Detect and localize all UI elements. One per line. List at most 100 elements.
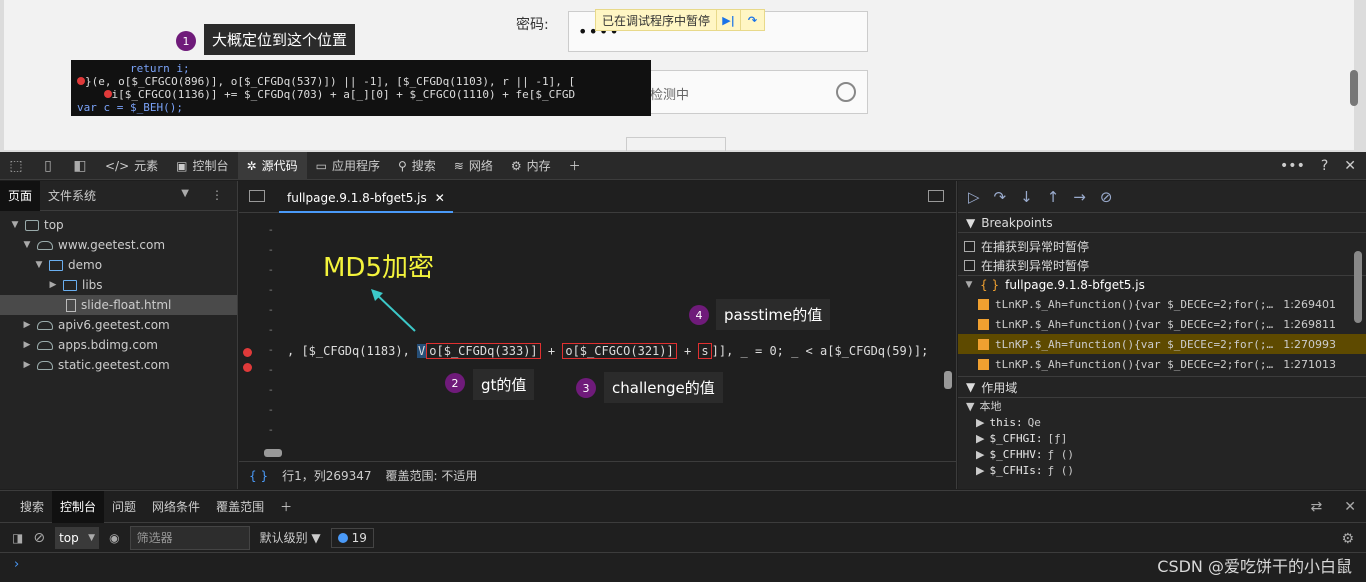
scope-var[interactable]: ▶ this: Qe: [958, 414, 1366, 430]
breakpoint-row[interactable]: tLnKP.$_Ah=function(){var $_DECEc=2;for(…: [958, 294, 1366, 314]
scope-var[interactable]: ▶ $_CFHIs: ƒ (): [958, 462, 1366, 478]
tab-elements[interactable]: </> 元素: [96, 152, 167, 180]
cursor-position: 行1，列269347: [282, 469, 372, 483]
breakpoint-marker[interactable]: [243, 348, 252, 357]
clear-console-icon[interactable]: ⊘: [33, 530, 45, 546]
editor-scrollbar-v[interactable]: [944, 371, 952, 389]
devtools-screen: 密码: •••• 检测中 已在调试程序中暂停 ▶| ↷ return i; }(…: [0, 0, 1366, 582]
cloud-icon: [37, 320, 53, 330]
tab-sources[interactable]: ✲ 源代码: [237, 151, 307, 180]
tree-item-libs[interactable]: ▶ libs: [0, 275, 237, 295]
toggle-navigator-icon[interactable]: [249, 190, 265, 202]
inspect-icon[interactable]: ⬚: [0, 152, 32, 180]
step-icon[interactable]: →: [1073, 188, 1086, 206]
dock-icon[interactable]: ◧: [64, 152, 96, 180]
breakpoint-row-active[interactable]: tLnKP.$_Ah=function(){var $_DECEc=2;for(…: [958, 334, 1366, 354]
issues-badge[interactable]: 19: [330, 527, 374, 548]
deactivate-breakpoints-icon[interactable]: ⊘: [1100, 188, 1113, 206]
chevron-down-icon[interactable]: ▼: [181, 188, 189, 199]
line-gutter: - - - - - - - - - - - -: [239, 213, 285, 456]
console-prompt[interactable]: ›: [14, 557, 19, 572]
step-over-icon[interactable]: ↷: [740, 10, 764, 30]
tree-item-www-geetest[interactable]: ▼ www.geetest.com: [0, 235, 237, 255]
gear-icon[interactable]: ⚙: [1341, 531, 1354, 547]
tab-filesystem[interactable]: 文件系统: [40, 181, 104, 211]
help-icon[interactable]: ?: [1321, 158, 1328, 174]
dock-drawer-icon[interactable]: ⇄: [1311, 499, 1323, 515]
memory-icon: ⚙: [510, 158, 522, 173]
breakpoints-header[interactable]: ▼ Breakpoints: [958, 213, 1366, 233]
drawer-tab-console[interactable]: 控制台: [52, 490, 105, 523]
tab-search[interactable]: ⚲ 搜索: [389, 152, 445, 180]
drawer-tab-coverage[interactable]: 覆盖范围: [208, 491, 272, 523]
annotation-note-2: gt的值: [473, 369, 535, 400]
tab-page[interactable]: 页面: [0, 180, 41, 211]
breakpoint-marker[interactable]: [243, 363, 252, 372]
tab-application[interactable]: ▭ 应用程序: [307, 152, 389, 180]
scope-header[interactable]: ▼ 作用域: [958, 376, 1366, 398]
sidebar-toggle-icon[interactable]: ◨: [12, 531, 23, 545]
checkbox[interactable]: [964, 241, 975, 252]
log-level-select[interactable]: 默认级别 ▼: [260, 529, 321, 546]
close-drawer-icon[interactable]: ✕: [1344, 499, 1356, 515]
scope-local[interactable]: ▼ 本地: [958, 398, 1366, 414]
annotation-badge-1: 1: [176, 31, 196, 51]
drawer-tab-search[interactable]: 搜索: [12, 491, 52, 523]
tree-item-top[interactable]: ▼ top: [0, 215, 237, 235]
step-out-icon[interactable]: ↑: [1047, 188, 1060, 206]
breakpoint-row[interactable]: tLnKP.$_Ah=function(){var $_DECEc=2;for(…: [958, 314, 1366, 334]
eye-icon[interactable]: ◉: [109, 531, 119, 545]
step-over-icon[interactable]: ↷: [994, 188, 1007, 206]
console-drawer: 搜索 控制台 问题 网络条件 覆盖范围 ＋ ⇄ ✕ ◨ ⊘ top▼ ◉ 默认级…: [0, 490, 1366, 582]
editor-status-bar: { } 行1，列269347 覆盖范围: 不适用: [239, 461, 957, 489]
app-icon: ▭: [315, 158, 327, 173]
toggle-debugger-icon[interactable]: [928, 190, 944, 202]
tab-network[interactable]: ≋ 网络: [445, 152, 502, 180]
close-icon[interactable]: ✕: [1344, 158, 1356, 174]
pause-on-caught-exception-option[interactable]: 在捕获到异常时暂停: [958, 256, 1366, 275]
paused-overlay: 已在调试程序中暂停 ▶| ↷: [595, 9, 766, 31]
tree-item-slide-float[interactable]: slide-float.html: [0, 295, 237, 315]
drawer-tab-issues[interactable]: 问题: [104, 491, 144, 523]
drawer-tab-network-conditions[interactable]: 网络条件: [144, 491, 208, 523]
preview-scrollbar[interactable]: [1350, 70, 1358, 106]
tree-item-demo[interactable]: ▼ demo: [0, 255, 237, 275]
step-into-icon[interactable]: ↓: [1020, 188, 1033, 206]
editor-tab[interactable]: fullpage.9.1.8-bfget5.js ✕: [279, 185, 453, 213]
tab-console[interactable]: ▣ 控制台: [167, 152, 237, 180]
pause-on-exception-option[interactable]: 在捕获到异常时暂停: [958, 237, 1366, 256]
close-tab-icon[interactable]: ✕: [435, 191, 445, 205]
cloud-icon: [37, 240, 53, 250]
resume-icon[interactable]: ▷: [968, 188, 980, 206]
breakpoint-file[interactable]: ▼{ } fullpage.9.1.8-bfget5.js: [958, 275, 1366, 294]
tree-item-apps-bdimg[interactable]: ▶ apps.bdimg.com: [0, 335, 237, 355]
kebab-icon[interactable]: ⋮: [211, 188, 223, 202]
code-gt: o[$_CFGDq(333)]: [426, 343, 541, 359]
folder-icon: [63, 279, 77, 291]
scope-var[interactable]: ▶ $_CFHHV: ƒ (): [958, 446, 1366, 462]
resume-icon[interactable]: ▶|: [716, 10, 740, 30]
filter-input[interactable]: [129, 525, 250, 550]
file-icon: { }: [980, 278, 1000, 292]
console-icon: ▣: [176, 158, 188, 173]
code-token-v: V: [417, 344, 427, 358]
add-tab-button[interactable]: ＋: [560, 152, 590, 180]
tooltip-line-3: i[$_CFGCO(1136)] += $_CFGDq(703) + a[_][…: [111, 88, 576, 101]
checkbox[interactable]: [964, 260, 975, 271]
device-icon[interactable]: ▯: [32, 152, 64, 180]
submit-button[interactable]: [626, 137, 726, 151]
pretty-print-button[interactable]: { }: [249, 469, 268, 483]
tree-item-static-geetest[interactable]: ▶ static.geetest.com: [0, 355, 237, 375]
code-challenge: o[$_CFGCO(321)]: [562, 343, 677, 359]
tab-memory[interactable]: ⚙ 内存: [502, 152, 560, 180]
debugger-pane: ▷ ↷ ↓ ↑ → ⊘ ▼ Breakpoints 在捕获到异常时暂停 在捕获到异…: [958, 181, 1366, 489]
debugger-scrollbar[interactable]: [1354, 251, 1362, 323]
add-drawer-tab-button[interactable]: ＋: [272, 491, 300, 523]
more-icon[interactable]: •••: [1280, 158, 1305, 174]
scope-var[interactable]: ▶ $_CFHGI: [ƒ]: [958, 430, 1366, 446]
captcha-text: 检测中: [650, 88, 690, 103]
editor-scrollbar-h[interactable]: [259, 449, 939, 457]
tree-item-apiv6[interactable]: ▶ apiv6.geetest.com: [0, 315, 237, 335]
context-select[interactable]: top ▼: [55, 526, 100, 549]
breakpoint-row[interactable]: tLnKP.$_Ah=function(){var $_DECEc=2;for(…: [958, 354, 1366, 374]
